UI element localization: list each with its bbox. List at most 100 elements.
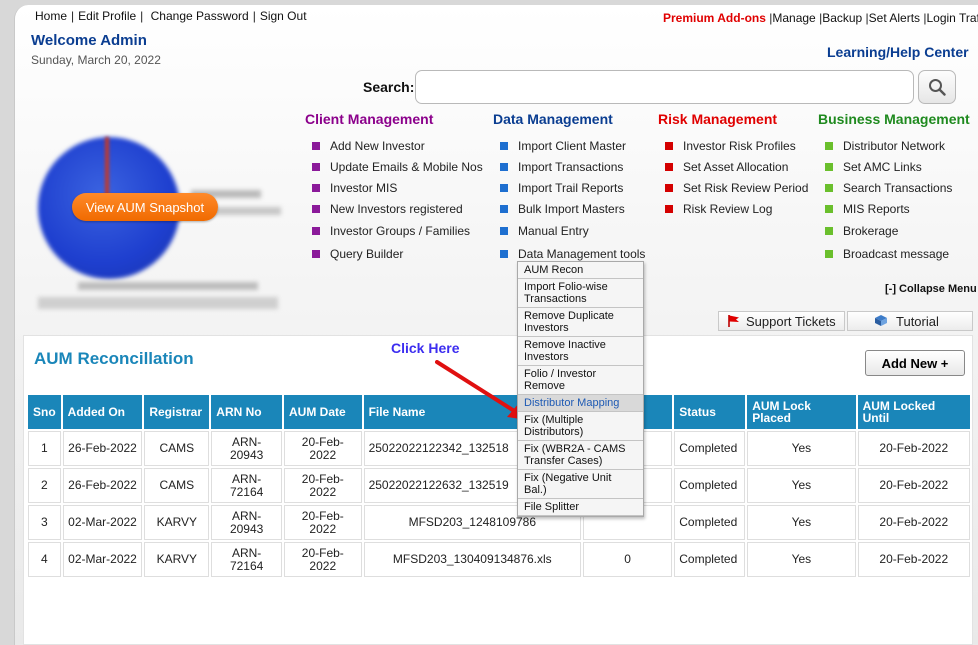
menu-item-brokerage[interactable]: Brokerage — [818, 219, 970, 242]
sign-out-link[interactable]: Sign Out — [260, 9, 307, 23]
menu-item-investor-risk-profiles[interactable]: Investor Risk Profiles — [658, 135, 808, 156]
dropdown-item-remove-duplicate[interactable]: Remove Duplicate Investors — [518, 308, 643, 337]
menu-item-label: Set AMC Links — [843, 159, 922, 174]
dropdown-item-file-splitter[interactable]: File Splitter — [518, 499, 643, 516]
search-label: Search: — [363, 79, 415, 95]
menu-item-query-builder[interactable]: Query Builder — [305, 242, 483, 265]
login-traffic-link[interactable]: Login Traffic — [926, 11, 978, 25]
menu-item-label: Query Builder — [330, 246, 404, 261]
view-aum-snapshot-button[interactable]: View AUM Snapshot — [72, 193, 218, 221]
business-management-title: Business Management — [818, 111, 970, 127]
collapse-menu-link[interactable]: [-] Collapse Menu — [885, 283, 977, 295]
menu-item-set-asset-allocation[interactable]: Set Asset Allocation — [658, 156, 808, 177]
bullet-icon — [825, 226, 833, 235]
change-password-link[interactable]: Change Password — [151, 9, 249, 23]
cell-aum-date: 20-Feb-2022 — [284, 505, 362, 540]
bullet-icon — [825, 249, 833, 258]
menu-item-label: Import Transactions — [518, 159, 624, 174]
menu-item-distributor-network[interactable]: Distributor Network — [818, 135, 970, 156]
col-header: Registrar — [144, 395, 210, 429]
col-header: AUM Lock Placed — [747, 395, 856, 429]
menu-item-label: New Investors registered — [330, 201, 463, 216]
bullet-icon — [312, 183, 320, 192]
cell-locked-until: 20-Feb-2022 — [857, 431, 970, 466]
support-tickets-button[interactable]: Support Tickets — [718, 311, 845, 331]
menu-item-label: Set Risk Review Period — [683, 180, 809, 195]
menu-item-set-risk-review-period[interactable]: Set Risk Review Period — [658, 177, 808, 198]
edit-profile-link[interactable]: Edit Profile — [78, 9, 136, 23]
cell-status: Completed — [674, 542, 746, 577]
tutorial-button[interactable]: Tutorial — [847, 311, 973, 331]
manage-link[interactable]: Manage — [772, 11, 815, 25]
search-input[interactable] — [415, 70, 914, 104]
cell-sno: 3 — [28, 505, 61, 540]
menu-item-bulk-import-masters[interactable]: Bulk Import Masters — [493, 198, 645, 219]
col-header: Sno — [28, 395, 61, 429]
dropdown-item-import-folio[interactable]: Import Folio-wise Transactions — [518, 279, 643, 308]
dropdown-item-remove-inactive[interactable]: Remove Inactive Investors — [518, 337, 643, 366]
menu-item-import-trail-reports[interactable]: Import Trail Reports — [493, 177, 645, 198]
cell-added-on: 02-Mar-2022 — [62, 542, 143, 577]
table-row: 3 02-Mar-2022 KARVY ARN-20943 20-Feb-202… — [28, 505, 970, 540]
add-new-button[interactable]: Add New + — [865, 350, 965, 376]
menu-item-label: Brokerage — [843, 223, 899, 238]
menu-item-new-investors[interactable]: New Investors registered — [305, 198, 483, 219]
cell-sno: 4 — [28, 542, 61, 577]
menu-item-set-amc-links[interactable]: Set AMC Links — [818, 156, 970, 177]
cell-registrar: CAMS — [144, 431, 210, 466]
cell-arn: ARN-72164 — [211, 468, 282, 503]
bullet-icon — [312, 249, 320, 258]
bullet-icon — [665, 141, 673, 150]
data-management-title: Data Management — [493, 111, 613, 127]
dropdown-item-aum-recon[interactable]: AUM Recon — [518, 262, 643, 279]
menu-item-import-transactions[interactable]: Import Transactions — [493, 156, 645, 177]
menu-item-update-emails[interactable]: Update Emails & Mobile Nos — [305, 156, 483, 177]
support-tickets-label: Support Tickets — [746, 313, 836, 329]
home-link[interactable]: Home — [35, 9, 67, 23]
menu-item-broadcast-message[interactable]: Broadcast message — [818, 242, 970, 265]
cell-sno: 1 — [28, 431, 61, 466]
page-title: AUM Reconcillation — [34, 349, 194, 368]
dropdown-item-fix-negative[interactable]: Fix (Negative Unit Bal.) — [518, 470, 643, 499]
bullet-icon — [500, 183, 508, 192]
menu-item-manual-entry[interactable]: Manual Entry — [493, 219, 645, 242]
cell-status: Completed — [674, 431, 746, 466]
col-header: AUM Locked Until — [857, 395, 970, 429]
cell-status: Completed — [674, 468, 746, 503]
set-alerts-link[interactable]: Set Alerts — [869, 11, 920, 25]
bullet-icon — [500, 141, 508, 150]
cell-locked-until: 20-Feb-2022 — [857, 542, 970, 577]
menu-item-label: Investor Risk Profiles — [683, 138, 796, 153]
menu-item-label: Investor Groups / Families — [330, 223, 471, 238]
click-here-annotation: Click Here — [391, 340, 460, 356]
dropdown-item-folio-remove[interactable]: Folio / Investor Remove — [518, 366, 643, 395]
premium-addons-link[interactable]: Premium Add-ons — [663, 11, 766, 25]
dropdown-item-distributor-mapping[interactable]: Distributor Mapping — [518, 395, 643, 412]
menu-item-import-client-master[interactable]: Import Client Master — [493, 135, 645, 156]
cell-aum-date: 20-Feb-2022 — [284, 431, 362, 466]
bullet-icon — [825, 162, 833, 171]
menu-item-investor-mis[interactable]: Investor MIS — [305, 177, 483, 198]
bullet-icon — [500, 162, 508, 171]
menu-item-search-transactions[interactable]: Search Transactions — [818, 177, 970, 198]
backup-link[interactable]: Backup — [822, 11, 862, 25]
menu-item-label: Update Emails & Mobile Nos — [330, 159, 483, 174]
menu-item-risk-review-log[interactable]: Risk Review Log — [658, 198, 808, 219]
dropdown-item-fix-multiple[interactable]: Fix (Multiple Distributors) — [518, 412, 643, 441]
risk-management-menu: Risk Management Investor Risk Profiles S… — [658, 111, 808, 219]
col-header: Added On — [62, 395, 143, 429]
help-center-link[interactable]: Learning/Help Center — [827, 44, 969, 60]
pie-footer-blurred — [38, 297, 278, 309]
dropdown-item-fix-wbr2a[interactable]: Fix (WBR2A - CAMS Transfer Cases) — [518, 441, 643, 470]
cell-arn: ARN-20943 — [211, 505, 282, 540]
menu-item-label: Bulk Import Masters — [518, 201, 625, 216]
menu-item-label: Distributor Network — [843, 138, 946, 153]
menu-item-mis-reports[interactable]: MIS Reports — [818, 198, 970, 219]
search-button[interactable] — [918, 70, 956, 104]
menu-item-add-new-investor[interactable]: Add New Investor — [305, 135, 483, 156]
bullet-icon — [825, 141, 833, 150]
cell-registrar: KARVY — [144, 542, 210, 577]
current-date: Sunday, March 20, 2022 — [31, 53, 161, 67]
bullet-icon — [500, 204, 508, 213]
menu-item-investor-groups[interactable]: Investor Groups / Families — [305, 219, 483, 242]
